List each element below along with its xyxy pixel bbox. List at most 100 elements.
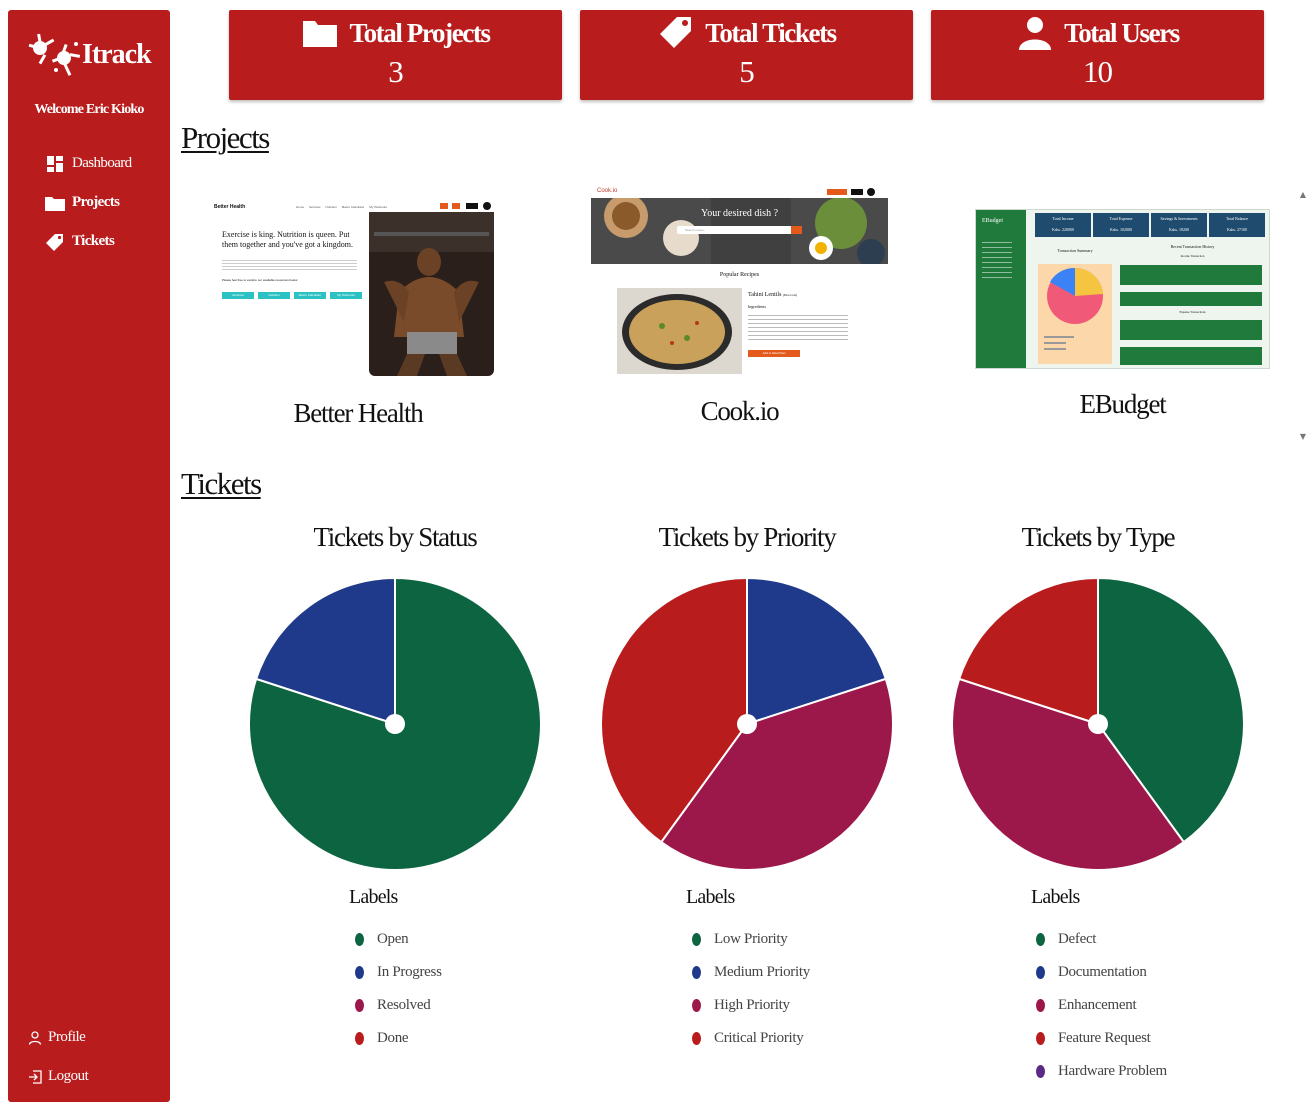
stat-card-projects[interactable]: Total Projects 3 xyxy=(229,10,562,100)
recipe-image xyxy=(617,288,742,374)
pie-chart xyxy=(248,576,542,871)
brand-logo[interactable]: Itrack xyxy=(26,30,156,80)
thumb-summary-title: Transaction Summary xyxy=(1057,248,1093,253)
legend-item[interactable]: Critical Priority xyxy=(692,1022,810,1055)
sidebar-item-label: Tickets xyxy=(72,233,115,249)
scroll-up-arrow[interactable]: ▲ xyxy=(1298,190,1308,199)
stat-value: 5 xyxy=(739,54,755,89)
legend-item[interactable]: Feature Request xyxy=(1036,1022,1167,1055)
legend-item[interactable]: Hardware Problem xyxy=(1036,1055,1167,1088)
thumb-history-title: Recent Transaction History xyxy=(1170,244,1215,249)
thumb-avatar xyxy=(867,188,875,196)
stat-title: Total Tickets xyxy=(705,17,837,48)
legend-swatch xyxy=(692,966,701,979)
stat-value: 3 xyxy=(388,54,404,89)
thumb-card-title: Total Income xyxy=(1052,216,1074,221)
thumb-card-title: Total Expense xyxy=(1109,216,1133,221)
sidebar-item-projects[interactable]: Projects xyxy=(44,183,132,222)
legend-item[interactable]: Resolved xyxy=(355,989,442,1022)
thumb-button: Nutrition xyxy=(258,292,290,299)
project-thumbnail: Better Health Home Services Nutrition Ma… xyxy=(208,198,508,378)
user-icon xyxy=(28,1030,42,1045)
sidebar-item-tickets[interactable]: Tickets xyxy=(44,222,132,261)
stat-card-tickets[interactable]: Total Tickets 5 xyxy=(580,10,913,100)
legend-item[interactable]: Defect xyxy=(1036,923,1167,956)
legend-item[interactable]: Documentation xyxy=(1036,956,1167,989)
thumb-card: Total Expense Kshs. 102000 xyxy=(1093,213,1149,237)
legend-item[interactable]: Done xyxy=(355,1022,442,1055)
thumb-add-button: Add to Meal Plan xyxy=(748,350,800,357)
thumb-ingredient-list xyxy=(748,312,848,340)
stat-value: 10 xyxy=(1083,54,1113,89)
profile-label: Profile xyxy=(48,1029,86,1045)
sidebar-item-logout[interactable]: Logout xyxy=(28,1057,89,1096)
thumb-nav-item: My Workouts xyxy=(369,205,387,209)
thumb-logo: EBudget xyxy=(982,218,1003,224)
stat-title: Total Projects xyxy=(349,17,491,48)
pie-center-hole xyxy=(385,714,405,734)
scroll-down-arrow[interactable]: ▼ xyxy=(1298,432,1308,441)
legend-item[interactable]: In Progress xyxy=(355,956,442,989)
athlete-photo xyxy=(369,212,494,376)
thumb-card: Total Balance Kshs. 27100 xyxy=(1209,213,1265,237)
legend-title: Labels xyxy=(349,886,398,908)
pie-center-hole xyxy=(737,714,757,734)
thumb-paragraph xyxy=(222,258,357,272)
thumb-cta: Please feel free to explore our availabl… xyxy=(222,278,298,282)
thumb-nav-item: Macro Calculator xyxy=(341,205,365,209)
legend-label: High Priority xyxy=(714,997,790,1013)
legend-label: Enhancement xyxy=(1058,997,1137,1013)
thumb-search-button xyxy=(791,226,802,234)
legend-label: Open xyxy=(377,931,409,947)
chart-title: Tickets by Status xyxy=(313,522,478,552)
legend-item[interactable]: Low Priority xyxy=(692,923,810,956)
pie-chart xyxy=(951,576,1245,871)
legend-item[interactable]: Medium Priority xyxy=(692,956,810,989)
thumb-stat-cards: Total Income Kshs. 220000 Total Expense Ks… xyxy=(1035,213,1265,237)
project-name: Cook.io xyxy=(700,396,780,426)
thumb-badge xyxy=(827,189,847,195)
thumb-card-title: Savings & Investments xyxy=(1160,216,1198,221)
thumb-logo: Cook.io xyxy=(597,188,618,194)
sidebar-bottom-nav: Profile Logout xyxy=(28,1018,89,1096)
projects-heading: Projects xyxy=(181,120,270,155)
legend-swatch xyxy=(692,999,701,1012)
sidebar-nav: Dashboard Projects Tickets xyxy=(44,144,132,261)
thumb-logo: Better Health xyxy=(214,204,246,210)
sidebar-item-profile[interactable]: Profile xyxy=(28,1018,88,1057)
legend-label: Medium Priority xyxy=(714,964,810,980)
stat-card-users[interactable]: Total Users 10 xyxy=(931,10,1264,100)
thumb-button xyxy=(466,203,478,209)
legend-item[interactable]: High Priority xyxy=(692,989,810,1022)
splat-logo-icon xyxy=(28,33,81,76)
legend-title: Labels xyxy=(1031,886,1080,908)
thumb-nav-item: Services xyxy=(309,205,321,209)
thumb-card: Savings & Investments Kshs. 18200 xyxy=(1151,213,1207,237)
legend-item[interactable]: Enhancement xyxy=(1036,989,1167,1022)
thumb-section-title: Popular Recipes xyxy=(719,272,760,278)
thumb-card-value: Kshs. 220000 xyxy=(1051,227,1074,232)
thumb-button: My Workouts xyxy=(330,292,362,299)
thumb-nav-item: Nutrition xyxy=(325,205,337,209)
chart-title: Tickets by Type xyxy=(1021,522,1176,552)
sidebar: Itrack Welcome Eric Kioko Dashboard Proj… xyxy=(8,10,170,1102)
legend-swatch xyxy=(692,1032,701,1045)
tag-icon xyxy=(660,17,692,48)
chart-legend: Low Priority Medium Priority High Priority… xyxy=(692,923,810,1055)
project-card-better-health[interactable]: Better Health Home Services Nutrition Ma… xyxy=(208,198,508,429)
legend-swatch xyxy=(355,933,364,946)
legend-label: Documentation xyxy=(1058,964,1147,980)
sidebar-item-label: Dashboard xyxy=(72,155,132,171)
legend-swatch xyxy=(692,933,701,946)
legend-item[interactable]: Open xyxy=(355,923,442,956)
thumb-button: Macro Calculator xyxy=(294,292,326,299)
pie-center-hole xyxy=(1088,714,1108,734)
legend-label: Hardware Problem xyxy=(1058,1063,1167,1079)
thumb-transaction xyxy=(1120,292,1262,306)
project-card-cookio[interactable]: Cook.io Your desired dish ? Search recip… xyxy=(591,186,888,427)
thumb-ingredients-label: Ingredients xyxy=(748,304,766,309)
project-card-ebudget[interactable]: EBudget Total Income Kshs. 220000 Total E… xyxy=(975,209,1270,420)
legend-title: Labels xyxy=(686,886,735,908)
legend-swatch xyxy=(1036,1065,1045,1078)
sidebar-item-dashboard[interactable]: Dashboard xyxy=(44,144,132,183)
